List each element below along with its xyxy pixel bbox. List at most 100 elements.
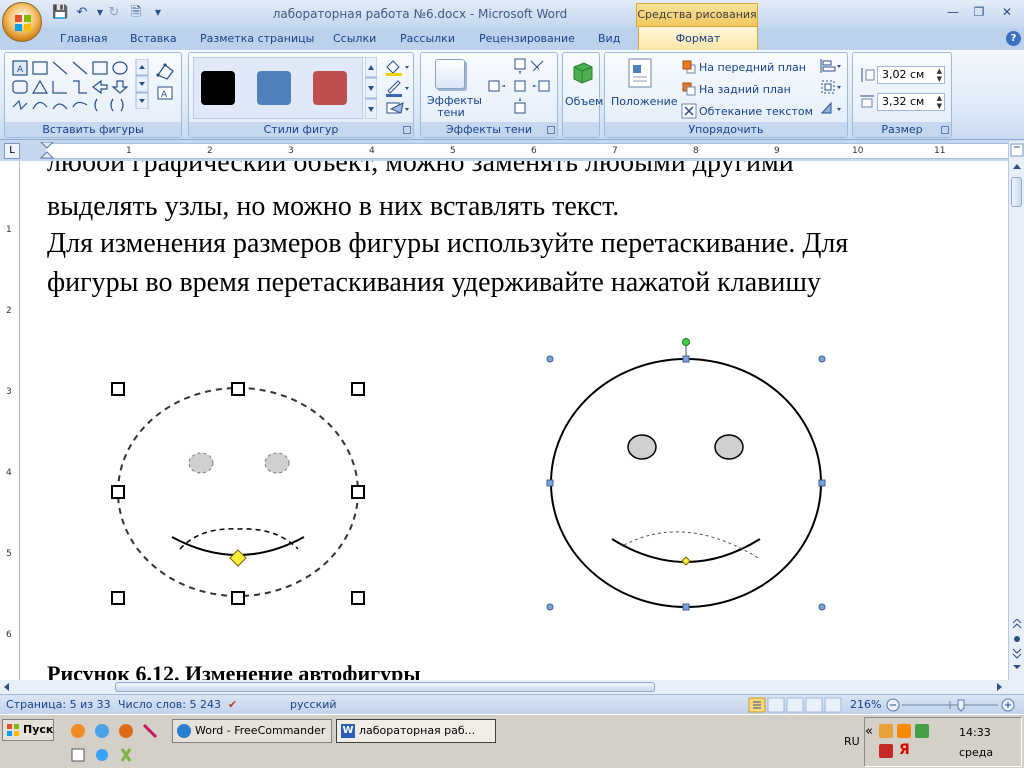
qat-customize-icon[interactable]: ▼: [150, 5, 166, 21]
tab-review[interactable]: Рецензирование: [479, 32, 575, 45]
bring-to-front-button[interactable]: На передний план: [699, 61, 806, 74]
ribbon: A A Вставить фигуры Стили фигур Эффекты …: [0, 50, 1024, 140]
taskbar: Пуск Word - FreeCommander W лабораторная…: [0, 714, 1024, 768]
send-to-back-button[interactable]: На задний план: [699, 83, 791, 96]
tab-references[interactable]: Ссылки: [333, 32, 376, 45]
width-spin-icon[interactable]: ▲ ▼: [937, 94, 942, 110]
system-tray: « Я 14:33 среда: [864, 717, 1022, 767]
browse-object-icons[interactable]: [1010, 619, 1024, 677]
tab-page-layout[interactable]: Разметка страницы: [200, 32, 314, 45]
page-counter[interactable]: Страница: 5 из 33: [6, 698, 111, 711]
group-size: 3,02 см ▲ ▼ 3,32 см ▲ ▼ Размер: [852, 52, 952, 138]
quick-launch-icons[interactable]: [70, 721, 166, 765]
indent-marker-icon[interactable]: [40, 142, 54, 162]
ruler-scale: 1 2 3 4 5 6 7 8 9 10 11: [40, 142, 1008, 159]
print-preview-icon[interactable]: 🗎: [128, 5, 144, 21]
edit-shape-icon[interactable]: A: [155, 61, 177, 105]
ruler-tick: 5: [450, 146, 456, 156]
tray-app-icon[interactable]: [879, 724, 893, 738]
shape-fill-outline-icons[interactable]: [383, 57, 411, 119]
vertical-ruler[interactable]: 1 2 3 4 5 6: [0, 161, 20, 680]
style-swatch-blue[interactable]: [257, 71, 291, 105]
tab-view[interactable]: Вид: [598, 32, 620, 45]
smiley-drag-preview[interactable]: [104, 377, 374, 609]
undo-icon[interactable]: ↶: [74, 5, 90, 21]
position-icon[interactable]: [627, 57, 653, 89]
ruler-tick: 6: [6, 630, 12, 640]
proofing-icon[interactable]: ✔: [228, 698, 237, 711]
start-label: Пуск: [23, 723, 54, 736]
tab-selector-icon[interactable]: L: [4, 143, 20, 159]
tray-expand-icon[interactable]: «: [865, 724, 873, 739]
office-button[interactable]: [2, 2, 42, 42]
bring-to-front-icon: [682, 60, 696, 74]
shapes-gallery[interactable]: A: [9, 57, 133, 115]
style-swatch-black[interactable]: [201, 71, 235, 105]
taskbar-word-document[interactable]: W лабораторная раб...: [336, 719, 496, 743]
tab-mailings[interactable]: Рассылки: [400, 32, 455, 45]
styles-gallery-scroll[interactable]: [365, 57, 377, 119]
ruler-toggle-icon[interactable]: [1010, 143, 1024, 157]
word-count[interactable]: Число слов: 5 243: [118, 698, 221, 711]
scroll-right-icon[interactable]: [994, 682, 1004, 692]
vertical-scrollbar[interactable]: [1008, 141, 1024, 680]
restore-button[interactable]: ❐: [966, 3, 992, 21]
shape-styles-launcher[interactable]: [403, 126, 411, 134]
horizontal-scroll-thumb[interactable]: [115, 682, 655, 692]
shape-height-input[interactable]: 3,02 см ▲ ▼: [877, 66, 945, 84]
size-launcher[interactable]: [941, 126, 949, 134]
shapes-gallery-scroll[interactable]: [135, 59, 149, 109]
taskbar-freecommander[interactable]: Word - FreeCommander: [172, 719, 332, 743]
svg-text:A: A: [17, 65, 24, 75]
smiley-shape[interactable]: [540, 335, 830, 615]
tray-player-icon[interactable]: [897, 724, 911, 738]
height-spin-icon[interactable]: ▲ ▼: [937, 67, 942, 83]
position-button[interactable]: Положение: [611, 95, 678, 108]
volume-button[interactable]: Объем: [565, 95, 603, 108]
ruler-tick: 8: [693, 146, 699, 156]
tray-antivirus-icon[interactable]: [879, 744, 893, 758]
language-indicator[interactable]: русский: [290, 698, 337, 711]
align-group-rotate-icons[interactable]: [819, 57, 843, 117]
scroll-up-icon[interactable]: [1010, 161, 1024, 173]
save-icon[interactable]: 💾: [52, 5, 68, 21]
shadow-effects-button[interactable]: Эффекты тени: [427, 95, 482, 119]
tab-format[interactable]: Формат: [638, 26, 758, 50]
start-button[interactable]: Пуск: [2, 719, 54, 741]
freecommander-icon: [177, 724, 191, 738]
minimize-button[interactable]: —: [940, 3, 966, 21]
3d-volume-icon[interactable]: [568, 59, 596, 87]
vertical-scroll-thumb[interactable]: [1011, 177, 1022, 207]
scroll-left-icon[interactable]: [2, 682, 12, 692]
tray-network-icon[interactable]: [915, 724, 929, 738]
tray-yandex-icon[interactable]: Я: [899, 742, 910, 758]
horizontal-scrollbar[interactable]: [0, 680, 1024, 694]
close-button[interactable]: ✕: [994, 3, 1020, 21]
title-bar: 💾 ↶ ▼ ↻ 🗎 ▼ лабораторная работа №6.docx …: [0, 0, 1024, 28]
document-page[interactable]: любой графический объект, можно заменять…: [20, 161, 1008, 680]
office-logo-icon: [15, 15, 31, 31]
horizontal-ruler[interactable]: L 1 2 3 4 5 6 7 8 9 10 11: [0, 141, 1024, 161]
ruler-tick: 2: [207, 146, 213, 156]
view-mode-buttons[interactable]: [748, 697, 844, 713]
style-swatch-red[interactable]: [313, 71, 347, 105]
text-wrap-button[interactable]: Обтекание текстом: [699, 105, 813, 118]
redo-icon[interactable]: ↻: [106, 5, 122, 21]
clock-day: среда: [959, 746, 994, 759]
shadow-effects-launcher[interactable]: [547, 126, 555, 134]
keyboard-language[interactable]: RU: [844, 735, 860, 748]
zoom-level[interactable]: 216%: [850, 698, 881, 711]
shape-width-input[interactable]: 3,32 см ▲ ▼: [877, 93, 945, 111]
window-title: лабораторная работа №6.docx - Microsoft …: [272, 7, 568, 21]
group-volume: Объем: [562, 52, 603, 138]
task-label: Word - FreeCommander: [195, 724, 326, 737]
help-icon[interactable]: ?: [1006, 31, 1021, 46]
shadow-nudge-icons[interactable]: [487, 57, 555, 119]
drawing-tools-context-label: Средства рисования: [636, 3, 758, 27]
clock-time[interactable]: 14:33: [959, 726, 991, 739]
zoom-slider[interactable]: [886, 697, 1016, 713]
shape-width-icon: [860, 95, 874, 108]
shadow-effects-icon[interactable]: [435, 59, 465, 89]
tab-home[interactable]: Главная: [60, 32, 108, 45]
tab-insert[interactable]: Вставка: [130, 32, 177, 45]
